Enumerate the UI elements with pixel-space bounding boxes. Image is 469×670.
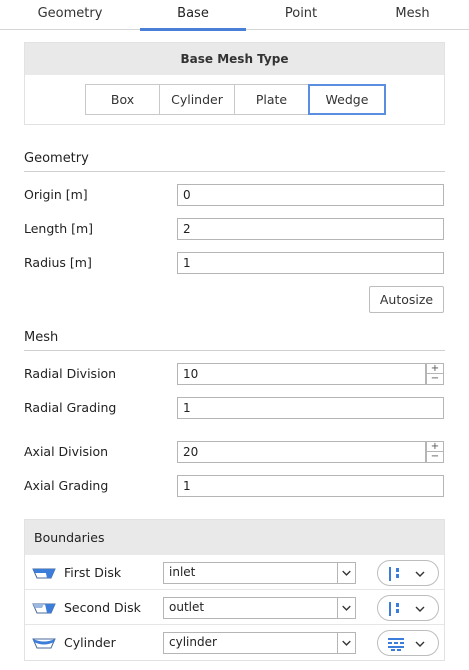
boundary-name: Second Disk <box>64 600 141 615</box>
length-input[interactable]: 2 <box>177 218 444 240</box>
boundary-patch-select[interactable]: outlet <box>163 597 356 619</box>
chevron-down-icon <box>415 641 425 647</box>
first-disk-icon <box>32 568 56 579</box>
axial-grading-label: Axial Grading <box>24 478 109 493</box>
boundaries-title: Boundaries <box>25 520 444 555</box>
axial-division-stepper: + − <box>426 441 444 463</box>
chevron-down-icon <box>337 563 351 583</box>
boundary-name: Cylinder <box>64 635 116 650</box>
radius-label: Radius [m] <box>24 255 92 270</box>
radial-grading-input[interactable]: 1 <box>177 397 444 419</box>
cylinder-surface-icon <box>32 638 56 649</box>
boundary-row: Cylinder cylinder <box>25 626 444 660</box>
boundary-type-button[interactable] <box>377 595 439 621</box>
mesh-type-cylinder-button[interactable]: Cylinder <box>159 84 235 115</box>
boundary-patch-value: outlet <box>169 600 205 614</box>
decrement-icon[interactable]: − <box>427 452 443 462</box>
mesh-type-wedge-button[interactable]: Wedge <box>308 84 386 115</box>
boundary-row: First Disk inlet <box>25 556 444 590</box>
second-disk-icon <box>32 603 56 614</box>
base-mesh-type-panel: Base Mesh Type Box Cylinder Plate Wedge <box>24 42 445 125</box>
radial-division-label: Radial Division <box>24 366 117 381</box>
tab-mesh[interactable]: Mesh <box>356 0 469 29</box>
radial-division-stepper: + − <box>426 363 444 385</box>
base-mesh-type-title: Base Mesh Type <box>25 43 444 75</box>
wall-type-icon <box>388 638 404 651</box>
mesh-section-title: Mesh <box>24 330 445 351</box>
patch-type-icon <box>389 567 399 581</box>
autosize-button[interactable]: Autosize <box>369 286 444 313</box>
radius-input[interactable]: 1 <box>177 252 444 274</box>
boundary-name: First Disk <box>64 565 122 580</box>
boundary-type-button[interactable] <box>377 560 439 586</box>
boundaries-panel: Boundaries First Disk inlet Second Disk … <box>24 519 445 661</box>
boundary-patch-select[interactable]: cylinder <box>163 632 356 654</box>
tab-point[interactable]: Point <box>246 0 356 29</box>
chevron-down-icon <box>337 598 351 618</box>
chevron-down-icon <box>415 571 425 577</box>
axial-grading-input[interactable]: 1 <box>177 475 444 497</box>
boundary-patch-value: cylinder <box>169 635 217 649</box>
tab-base[interactable]: Base <box>140 0 246 31</box>
boundary-patch-value: inlet <box>169 565 196 579</box>
patch-type-icon <box>389 602 399 616</box>
decrement-icon[interactable]: − <box>427 374 443 384</box>
origin-label: Origin [m] <box>24 187 88 202</box>
axial-division-label: Axial Division <box>24 444 109 459</box>
length-label: Length [m] <box>24 221 94 236</box>
boundary-type-button[interactable] <box>377 630 439 656</box>
chevron-down-icon <box>415 606 425 612</box>
mesh-type-box-button[interactable]: Box <box>85 84 160 115</box>
origin-input[interactable]: 0 <box>177 184 444 206</box>
radial-grading-label: Radial Grading <box>24 400 117 415</box>
chevron-down-icon <box>337 633 351 653</box>
boundary-row: Second Disk outlet <box>25 591 444 625</box>
boundary-patch-select[interactable]: inlet <box>163 562 356 584</box>
radial-division-input[interactable]: 10 <box>177 363 426 385</box>
axial-division-input[interactable]: 20 <box>177 441 426 463</box>
tab-bar: Geometry Base Point Mesh <box>0 0 469 31</box>
tab-geometry[interactable]: Geometry <box>0 0 140 29</box>
mesh-type-plate-button[interactable]: Plate <box>234 84 309 115</box>
geometry-section-title: Geometry <box>24 151 445 172</box>
